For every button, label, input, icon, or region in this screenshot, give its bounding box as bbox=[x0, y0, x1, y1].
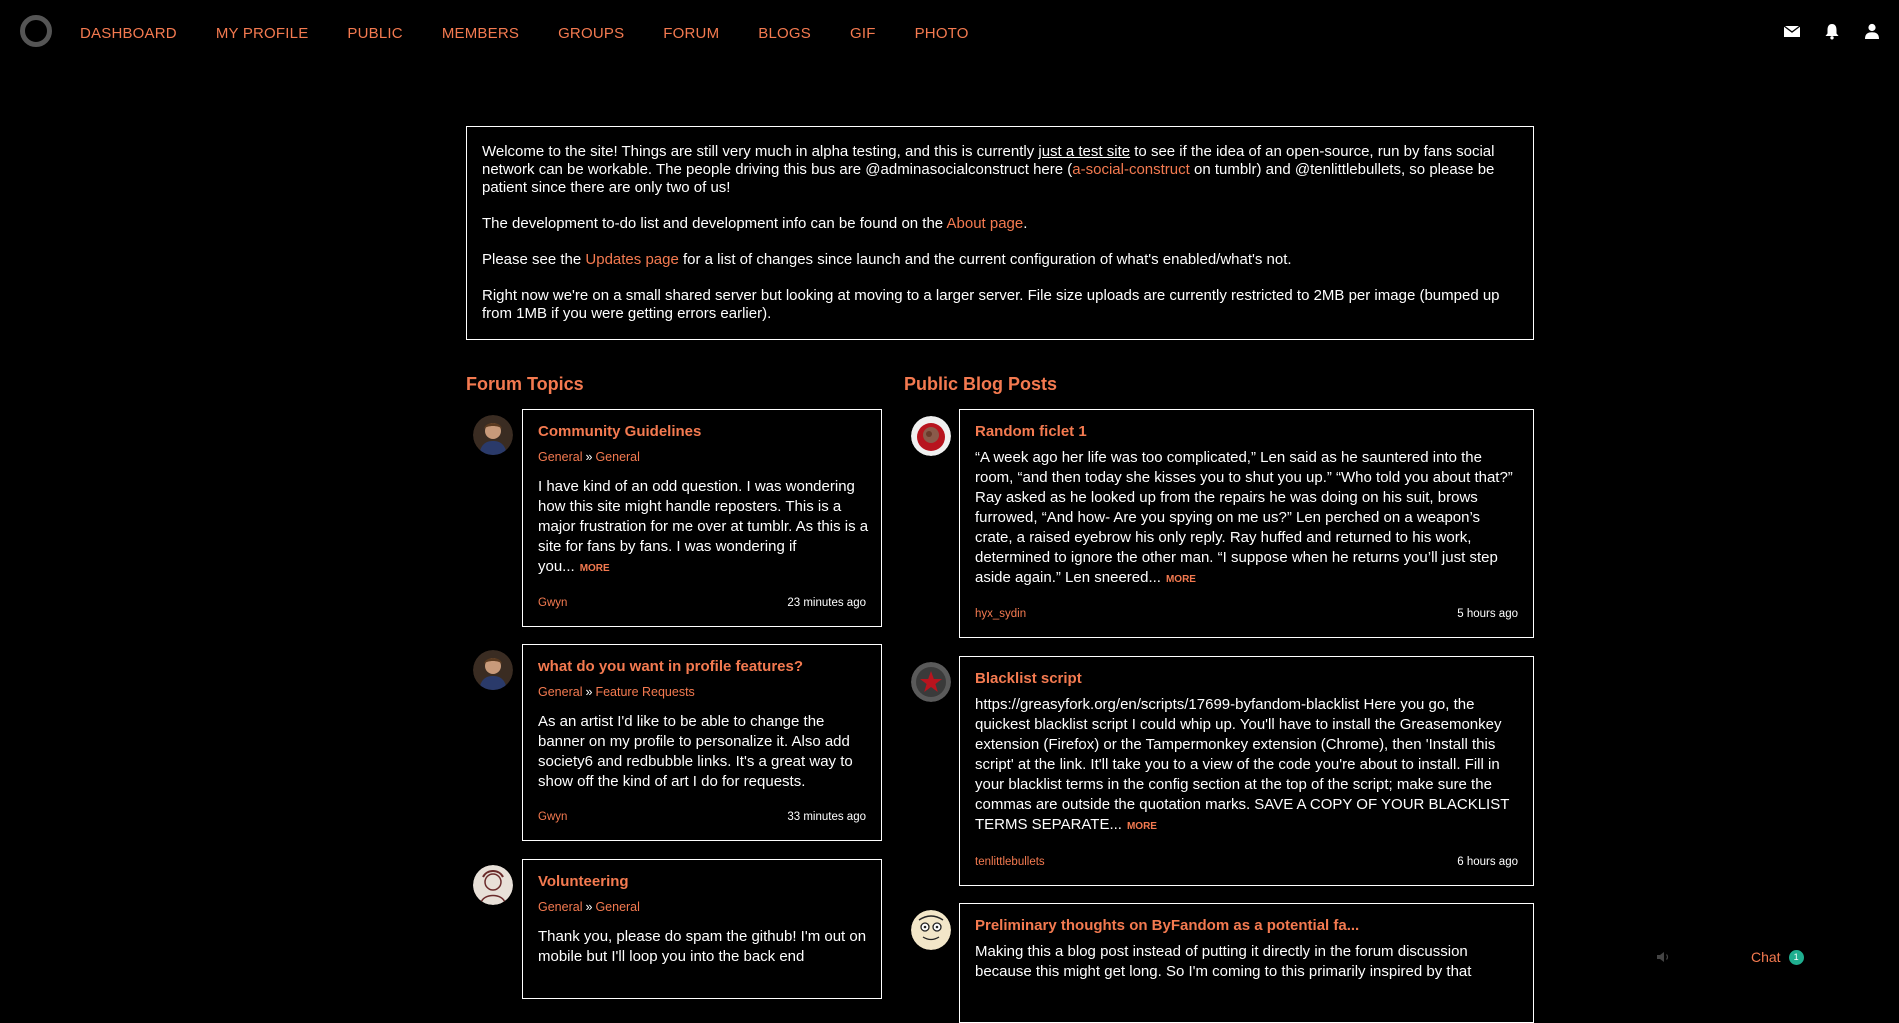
crumb-separator: » bbox=[585, 685, 593, 699]
chat-button[interactable]: Chat 1 bbox=[1751, 949, 1804, 965]
blog-post-card[interactable]: Random ficlet 1 “A week ago her life was… bbox=[959, 409, 1534, 638]
post-title[interactable]: Preliminary thoughts on ByFandom as a po… bbox=[975, 917, 1359, 934]
welcome-paragraph-2: The development to-do list and developme… bbox=[482, 215, 1518, 233]
avatar[interactable] bbox=[911, 910, 951, 950]
avatar-gwyn-icon bbox=[473, 415, 513, 455]
post-title[interactable]: Blacklist script bbox=[975, 670, 1082, 687]
topic-author[interactable]: Gwyn bbox=[538, 597, 567, 609]
welcome-text: Welcome to the site! Things are still ve… bbox=[482, 143, 1039, 160]
post-title[interactable]: Random ficlet 1 bbox=[975, 423, 1087, 440]
more-link[interactable]: MORE bbox=[1166, 574, 1196, 585]
more-link[interactable]: MORE bbox=[1127, 821, 1157, 832]
post-excerpt: https://greasyfork.org/en/scripts/17699-… bbox=[975, 695, 1521, 837]
topic-author[interactable]: Gwyn bbox=[538, 811, 567, 823]
topic-time: 23 minutes ago bbox=[787, 597, 866, 609]
welcome-paragraph-4: Right now we're on a small shared server… bbox=[482, 287, 1500, 322]
nav-photo[interactable]: PHOTO bbox=[915, 25, 969, 42]
welcome-paragraph-3: Please see the Updates page for a list o… bbox=[482, 251, 1518, 269]
excerpt-text: “A week ago her life was too complicated… bbox=[975, 449, 1513, 586]
about-page-link[interactable]: About page bbox=[947, 215, 1024, 232]
topic-title[interactable]: what do you want in profile features? bbox=[538, 658, 803, 675]
blog-post-card[interactable]: Preliminary thoughts on ByFandom as a po… bbox=[959, 903, 1534, 1023]
avatar[interactable] bbox=[911, 416, 951, 456]
forum-topic-card[interactable]: Volunteering General» General Thank you, … bbox=[522, 859, 882, 999]
chat-label: Chat bbox=[1751, 949, 1781, 965]
crumb-separator: » bbox=[585, 450, 593, 464]
user-icon[interactable] bbox=[1863, 22, 1881, 40]
topic-title[interactable]: Volunteering bbox=[538, 873, 629, 890]
welcome-text: Please see the bbox=[482, 251, 586, 268]
top-navigation: DASHBOARD MY PROFILE PUBLIC MEMBERS GROU… bbox=[0, 0, 1899, 68]
welcome-text: The development to-do list and developme… bbox=[482, 215, 947, 232]
crumb-forum[interactable]: General bbox=[595, 900, 639, 914]
post-time: 6 hours ago bbox=[1457, 856, 1518, 868]
logo-icon[interactable] bbox=[20, 15, 52, 47]
nav-links: DASHBOARD MY PROFILE PUBLIC MEMBERS GROU… bbox=[80, 25, 1008, 42]
crumb-forum[interactable]: General bbox=[595, 450, 639, 464]
mail-icon[interactable] bbox=[1783, 22, 1801, 40]
breadcrumb: General» General bbox=[538, 900, 640, 914]
nav-forum[interactable]: FORUM bbox=[663, 25, 719, 42]
more-link[interactable]: MORE bbox=[580, 563, 610, 574]
crumb-forum[interactable]: Feature Requests bbox=[595, 685, 694, 699]
crumb-category[interactable]: General bbox=[538, 685, 582, 699]
public-blog-posts-heading[interactable]: Public Blog Posts bbox=[904, 374, 1057, 395]
test-site-link[interactable]: just a test site bbox=[1038, 143, 1130, 160]
crumb-category[interactable]: General bbox=[538, 450, 582, 464]
nav-groups[interactable]: GROUPS bbox=[558, 25, 624, 42]
forum-topics-heading[interactable]: Forum Topics bbox=[466, 374, 584, 395]
topic-time: 33 minutes ago bbox=[787, 811, 866, 823]
forum-topic-card[interactable]: what do you want in profile features? Ge… bbox=[522, 644, 882, 841]
welcome-notice: Welcome to the site! Things are still ve… bbox=[466, 126, 1534, 340]
updates-page-link[interactable]: Updates page bbox=[585, 251, 678, 268]
speaker-icon[interactable] bbox=[1656, 950, 1672, 964]
breadcrumb: General» General bbox=[538, 450, 640, 464]
nav-gif[interactable]: GIF bbox=[850, 25, 876, 42]
avatar[interactable] bbox=[473, 650, 513, 690]
topic-excerpt: I have kind of an odd question. I was wo… bbox=[538, 477, 869, 579]
avatar-cartoon-face-icon bbox=[911, 910, 951, 950]
nav-my-profile[interactable]: MY PROFILE bbox=[216, 25, 309, 42]
nav-dashboard[interactable]: DASHBOARD bbox=[80, 25, 177, 42]
avatar-gwyn-icon bbox=[473, 650, 513, 690]
nav-icons bbox=[1761, 22, 1881, 40]
welcome-text: . bbox=[1023, 215, 1028, 232]
blog-post-card[interactable]: Blacklist script https://greasyfork.org/… bbox=[959, 656, 1534, 886]
post-author[interactable]: hyx_sydin bbox=[975, 608, 1026, 620]
avatar-rose-icon bbox=[911, 416, 951, 456]
avatar-star-shield-icon bbox=[911, 662, 951, 702]
avatar[interactable] bbox=[473, 865, 513, 905]
avatar-sketch-icon bbox=[473, 865, 513, 905]
post-excerpt: Making this a blog post instead of putti… bbox=[975, 943, 1472, 980]
nav-public[interactable]: PUBLIC bbox=[347, 25, 402, 42]
crumb-category[interactable]: General bbox=[538, 900, 582, 914]
breadcrumb: General» Feature Requests bbox=[538, 685, 695, 699]
crumb-separator: » bbox=[585, 900, 593, 914]
post-time: 5 hours ago bbox=[1457, 608, 1518, 620]
topic-excerpt: Thank you, please do spam the github! I'… bbox=[538, 928, 867, 965]
post-author[interactable]: tenlittlebullets bbox=[975, 856, 1045, 868]
topic-excerpt: As an artist I'd like to be able to chan… bbox=[538, 713, 853, 790]
bell-icon[interactable] bbox=[1823, 22, 1841, 40]
a-social-construct-link[interactable]: a-social-construct bbox=[1072, 161, 1190, 178]
welcome-paragraph-1: Welcome to the site! Things are still ve… bbox=[482, 143, 1518, 197]
excerpt-text: https://greasyfork.org/en/scripts/17699-… bbox=[975, 696, 1510, 833]
avatar[interactable] bbox=[911, 662, 951, 702]
avatar[interactable] bbox=[473, 415, 513, 455]
topic-title[interactable]: Community Guidelines bbox=[538, 423, 701, 440]
nav-members[interactable]: MEMBERS bbox=[442, 25, 519, 42]
forum-topic-card[interactable]: Community Guidelines General» General I h… bbox=[522, 409, 882, 627]
excerpt-text: I have kind of an odd question. I was wo… bbox=[538, 478, 869, 575]
welcome-text: for a list of changes since launch and t… bbox=[678, 251, 1292, 268]
nav-blogs[interactable]: BLOGS bbox=[758, 25, 811, 42]
post-excerpt: “A week ago her life was too complicated… bbox=[975, 448, 1521, 590]
chat-count-badge: 1 bbox=[1788, 949, 1804, 965]
